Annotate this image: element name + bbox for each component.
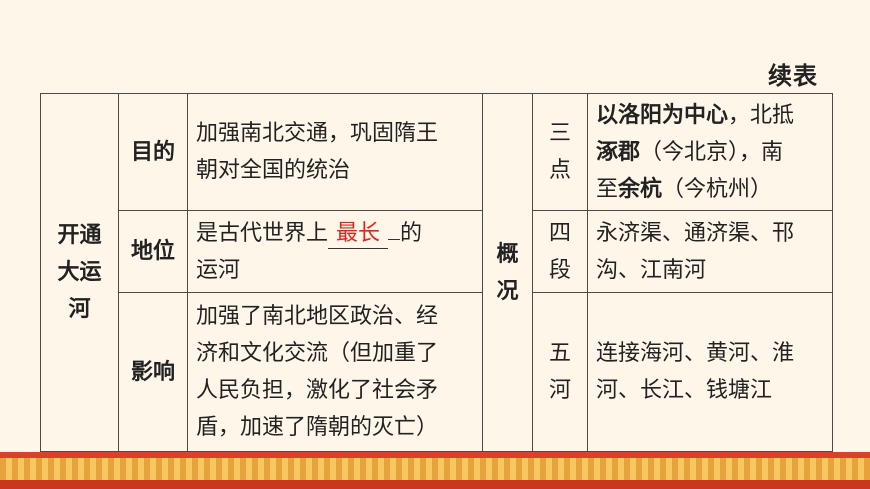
- decorative-bottom-border: [0, 452, 870, 489]
- impact-line: 济和文化交流（但加重了: [196, 341, 439, 366]
- status-line: 运河: [196, 257, 241, 283]
- three-points-line: 以洛阳为中心，北抵: [596, 102, 795, 128]
- three-points-content: 以洛阳为中心，北抵 涿郡（今北京），南 至余杭（今杭州）: [587, 93, 833, 211]
- three-points-line: 涿郡（今北京），南: [596, 139, 784, 165]
- five-rivers-content: 连接海河、黄河、淮 河、长江、钱塘江: [587, 292, 833, 452]
- status-line: 是古代世界上 最长的: [196, 215, 476, 252]
- impact-line: 加强了南北地区政治、经: [196, 304, 439, 329]
- topic-label-line: 大运: [57, 260, 102, 285]
- continued-table-label: 续表: [768, 62, 818, 90]
- status-content: 是古代世界上 最长的 运河: [187, 210, 483, 293]
- four-sections-line: 沟、江南河: [596, 257, 707, 283]
- impact-header: 影响: [118, 292, 188, 452]
- impact-line: 盾，加速了隋朝的灭亡）: [196, 415, 439, 440]
- topic-label-cell: 开通 大运 河: [40, 93, 119, 452]
- blank-underline: [388, 238, 401, 240]
- overview-label-cell: 概 况: [482, 93, 533, 452]
- five-rivers-header: 五 河: [532, 292, 588, 452]
- three-points-header: 三 点: [532, 93, 588, 211]
- five-rivers-line: 河、长江、钱塘江: [596, 378, 773, 403]
- status-header: 地位: [118, 210, 188, 293]
- blank-answer: 最长: [336, 220, 381, 246]
- purpose-line: 朝对全国的统治: [196, 158, 351, 183]
- four-sections-content: 永济渠、通济渠、邗 沟、江南河: [587, 210, 833, 293]
- overview-label-line: 况: [496, 278, 519, 304]
- overview-label-line: 概: [496, 241, 519, 267]
- purpose-line: 加强南北交通，巩固隋王: [196, 121, 439, 146]
- four-sections-header: 四 段: [532, 210, 588, 293]
- impact-line: 人民负担，激化了社会矛: [196, 378, 439, 403]
- four-sections-line: 永济渠、通济渠、邗: [596, 220, 795, 246]
- impact-content: 加强了南北地区政治、经 济和文化交流（但加重了 人民负担，激化了社会矛 盾，加速…: [187, 292, 483, 452]
- fill-blank: 最长: [328, 220, 389, 249]
- grand-canal-table: 开通 大运 河 目的 加强南北交通，巩固隋王 朝对全国的统治 概 况 三 点 以…: [40, 93, 833, 452]
- topic-label-line: 开通: [57, 223, 102, 248]
- five-rivers-line: 连接海河、黄河、淮: [596, 341, 795, 366]
- three-points-line: 至余杭（今杭州）: [596, 176, 773, 202]
- purpose-content: 加强南北交通，巩固隋王 朝对全国的统治: [187, 93, 483, 211]
- topic-label-line: 河: [68, 297, 91, 322]
- purpose-header: 目的: [118, 93, 188, 211]
